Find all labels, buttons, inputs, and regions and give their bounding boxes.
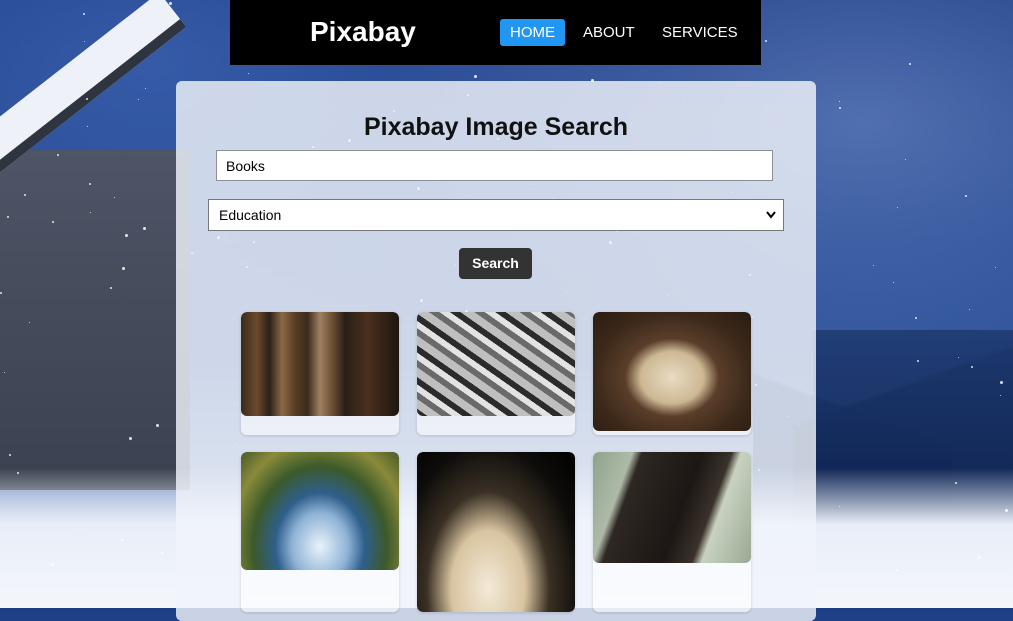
snowflake [110, 286, 113, 289]
snowflake [915, 316, 918, 319]
snowflake [138, 98, 139, 100]
result-card[interactable] [417, 452, 575, 612]
snowflake [85, 97, 88, 100]
snowflake [473, 75, 477, 79]
snowflake [113, 196, 115, 198]
result-card[interactable] [417, 312, 575, 435]
page-title: Pixabay Image Search [363, 113, 629, 141]
snowflake [916, 359, 919, 362]
snowflake [8, 453, 11, 456]
nav-services[interactable]: SERVICES [652, 19, 748, 46]
snowflake [872, 264, 874, 266]
result-image-books-on-shelf[interactable] [241, 312, 399, 416]
result-image-old-closed-book[interactable] [593, 452, 751, 563]
category-select-value: Education [219, 207, 282, 223]
search-panel: Pixabay Image Search Education Search [176, 81, 816, 621]
result-image-open-book-with-glasses[interactable] [593, 312, 751, 431]
background-cabin [0, 150, 190, 490]
nav-home[interactable]: HOME [500, 19, 565, 46]
category-select[interactable]: Education [208, 199, 784, 231]
snowflake [16, 471, 19, 474]
result-image-book-pages-curled[interactable] [417, 452, 575, 612]
snowflake [971, 365, 974, 368]
result-card[interactable] [593, 312, 751, 435]
result-card[interactable] [241, 452, 399, 612]
snowflake [838, 107, 841, 110]
result-image-book-pages-fan[interactable] [417, 312, 575, 416]
search-input[interactable] [216, 150, 773, 181]
snowflake [969, 308, 971, 310]
snowflake [839, 505, 841, 507]
snowflake [168, 1, 172, 5]
snowflake [3, 371, 5, 373]
snowflake [128, 437, 132, 441]
snowflake [764, 40, 767, 42]
snowflake [1004, 509, 1008, 512]
top-navbar: Pixabay HOME ABOUT SERVICES [230, 0, 761, 65]
snowflake [999, 381, 1003, 385]
result-image-open-book-blue[interactable] [241, 452, 399, 570]
snowflake [895, 568, 898, 571]
search-button[interactable]: Search [459, 248, 532, 279]
snowflake [142, 226, 146, 230]
chevron-down-icon [765, 200, 777, 241]
snowflake [83, 41, 85, 43]
snowflake [82, 12, 85, 15]
result-card[interactable] [241, 312, 399, 435]
result-card[interactable] [593, 452, 751, 612]
snowflake [964, 194, 967, 197]
brand-logo[interactable]: Pixabay [310, 16, 416, 48]
snowflake [121, 266, 125, 270]
nav-about[interactable]: ABOUT [573, 19, 645, 46]
snowflake [7, 215, 10, 218]
